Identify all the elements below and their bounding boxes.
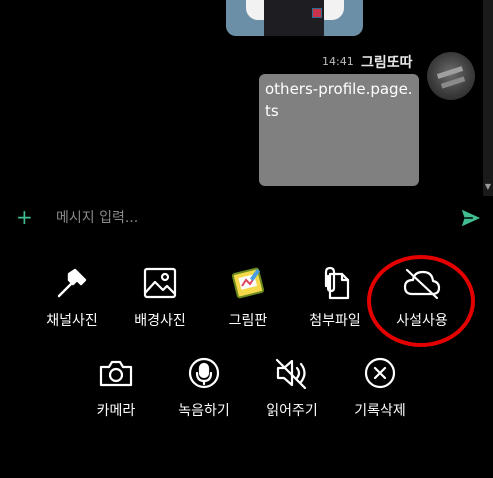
clear-history-button[interactable]: 기록삭제 [335, 356, 425, 420]
read-aloud-label: 읽어주기 [266, 403, 318, 419]
read-aloud-button[interactable]: 읽어주기 [247, 356, 337, 420]
highlight-circle [367, 255, 475, 347]
drawing-board-label: 그림판 [228, 313, 268, 329]
attach-file-label: 첨부파일 [309, 313, 361, 329]
hammer-icon [27, 266, 117, 300]
scrollbar[interactable] [483, 0, 493, 196]
drawing-board-button[interactable]: 그림판 [203, 266, 293, 330]
shared-image[interactable] [226, 0, 363, 36]
drawing-board-icon [203, 266, 293, 300]
speaker-mute-icon [247, 356, 337, 390]
message-time: 14:41 [322, 55, 354, 68]
channel-photo-button[interactable]: 채널사진 [27, 266, 117, 330]
record-label: 녹음하기 [178, 403, 230, 419]
camera-icon [71, 356, 161, 390]
record-button[interactable]: 녹음하기 [159, 356, 249, 420]
microphone-icon [159, 356, 249, 390]
camera-button[interactable]: 카메라 [71, 356, 161, 420]
camera-label: 카메라 [96, 403, 136, 419]
message-input[interactable] [56, 206, 436, 230]
scroll-down-arrow-icon[interactable]: ▼ [483, 181, 493, 193]
close-circle-icon [335, 356, 425, 390]
background-photo-label: 배경사진 [134, 313, 186, 329]
clear-history-label: 기록삭제 [354, 403, 406, 419]
background-photo-button[interactable]: 배경사진 [115, 266, 205, 330]
channel-photo-label: 채널사진 [46, 313, 98, 329]
avatar[interactable] [427, 52, 475, 100]
message-bubble[interactable]: others-profile.page.ts [259, 74, 419, 186]
send-icon[interactable] [460, 207, 482, 229]
image-icon [115, 266, 205, 300]
sender-name: 그림또따 [361, 55, 413, 71]
add-button[interactable]: + [16, 205, 33, 229]
